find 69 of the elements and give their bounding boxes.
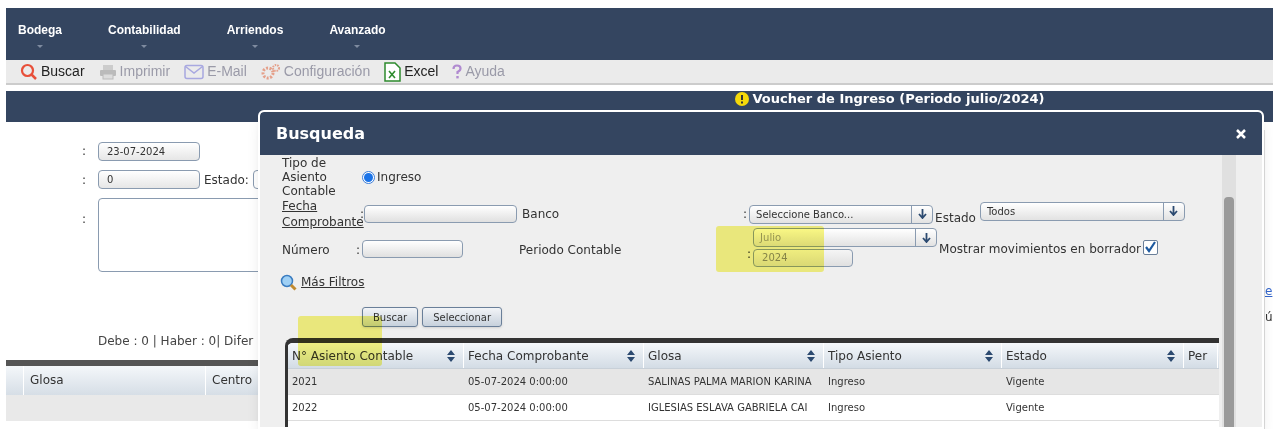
text-fragment: ú — [1265, 309, 1273, 326]
warning-icon — [734, 92, 749, 106]
down-arrow-icon — [917, 209, 927, 219]
table-cell-text: IGLESIAS ESLAVA GABRIELA CAI — [647, 401, 809, 415]
table-cell-text: 05-07-2024 0:00:00 — [467, 375, 569, 389]
down-arrow-icon — [1169, 206, 1179, 216]
field-colon: : — [81, 172, 86, 189]
menu-item[interactable]: Avanzado — [329, 20, 386, 48]
field-label: Estado — [935, 210, 976, 227]
toolbar-button[interactable]: Buscar — [20, 61, 85, 82]
dialog-title: Busqueda — [276, 122, 366, 145]
column-header[interactable]: Glosa — [644, 343, 824, 368]
checkbox[interactable] — [1143, 239, 1159, 255]
sort-icon[interactable] — [447, 349, 455, 362]
table-cell-text: Vigente — [1005, 375, 1046, 389]
table-cell-text: 2021 — [291, 375, 319, 389]
field-label: Periodo Contable — [519, 242, 623, 259]
number-field[interactable] — [362, 240, 464, 258]
date-field[interactable] — [364, 205, 518, 223]
envelope-icon — [184, 63, 205, 80]
gears-icon — [260, 62, 281, 81]
sort-icon[interactable] — [1167, 349, 1175, 362]
toolbar-button[interactable]: Excel — [384, 61, 439, 82]
table-cell-text: 2022 — [291, 401, 319, 415]
menu-item[interactable]: Arriendos — [226, 20, 284, 48]
column-header[interactable]: Fecha Comprobante — [464, 343, 644, 368]
down-arrow-icon — [921, 232, 931, 243]
magnifier-icon — [280, 273, 297, 291]
field-label: Número — [282, 242, 331, 259]
question-mark-icon — [452, 63, 463, 80]
field-label: Tipo de Asiento Contable — [282, 156, 337, 198]
sort-icon[interactable] — [985, 349, 993, 362]
sort-icon[interactable] — [627, 349, 635, 362]
more-filters-link[interactable]: Más Filtros — [301, 273, 365, 291]
number-field[interactable]: 0 — [98, 170, 200, 189]
sort-icon[interactable] — [807, 349, 815, 362]
printer-icon — [98, 63, 117, 80]
close-icon[interactable] — [1236, 128, 1246, 139]
search-icon — [20, 62, 38, 81]
dialog-button[interactable]: Buscar — [362, 307, 419, 327]
field-label: Banco — [522, 206, 561, 223]
menu-item[interactable]: Contabilidad — [108, 20, 181, 48]
table-cell-text: Ingreso — [827, 375, 866, 389]
column-header: Centro — [211, 372, 253, 389]
status-label: Estado: — [204, 172, 249, 189]
field-colon: : — [743, 206, 748, 223]
field-colon: : — [356, 242, 361, 259]
table-cell-text: SALINAS PALMA MARION KARINA — [647, 375, 813, 389]
table-cell-text: 05-07-2024 0:00:00 — [467, 401, 569, 415]
column-header[interactable]: Tipo Asiento — [824, 343, 1002, 368]
menu-item[interactable]: Bodega — [18, 20, 62, 48]
field-colon: : — [81, 211, 86, 228]
page-title: Voucher de Ingreso (Periodo julio/2024) — [752, 91, 1045, 107]
column-header[interactable]: Per — [1184, 343, 1218, 368]
dialog-button[interactable]: Seleccionar — [422, 307, 503, 327]
checkbox-label: Mostrar movimientos en borrador — [939, 241, 1142, 258]
bank-select[interactable]: Seleccione Banco... — [749, 204, 934, 224]
field-colon: : — [81, 143, 86, 160]
table-cell-text: Ingreso — [827, 401, 866, 415]
spreadsheet-icon — [384, 61, 402, 82]
date-field[interactable]: 23-07-2024 — [98, 142, 200, 161]
field-colon: : — [747, 246, 752, 263]
radio-label: Ingreso — [377, 169, 422, 186]
table-cell-text: Vigente — [1005, 401, 1046, 415]
link-fragment[interactable]: e — [1265, 282, 1273, 300]
column-header[interactable]: Estado — [1002, 343, 1184, 368]
radio-button[interactable] — [362, 170, 375, 184]
status-select[interactable]: Todos — [979, 201, 1185, 221]
totals-text: Debe : 0 | Haber : 0| Difer — [98, 333, 254, 350]
